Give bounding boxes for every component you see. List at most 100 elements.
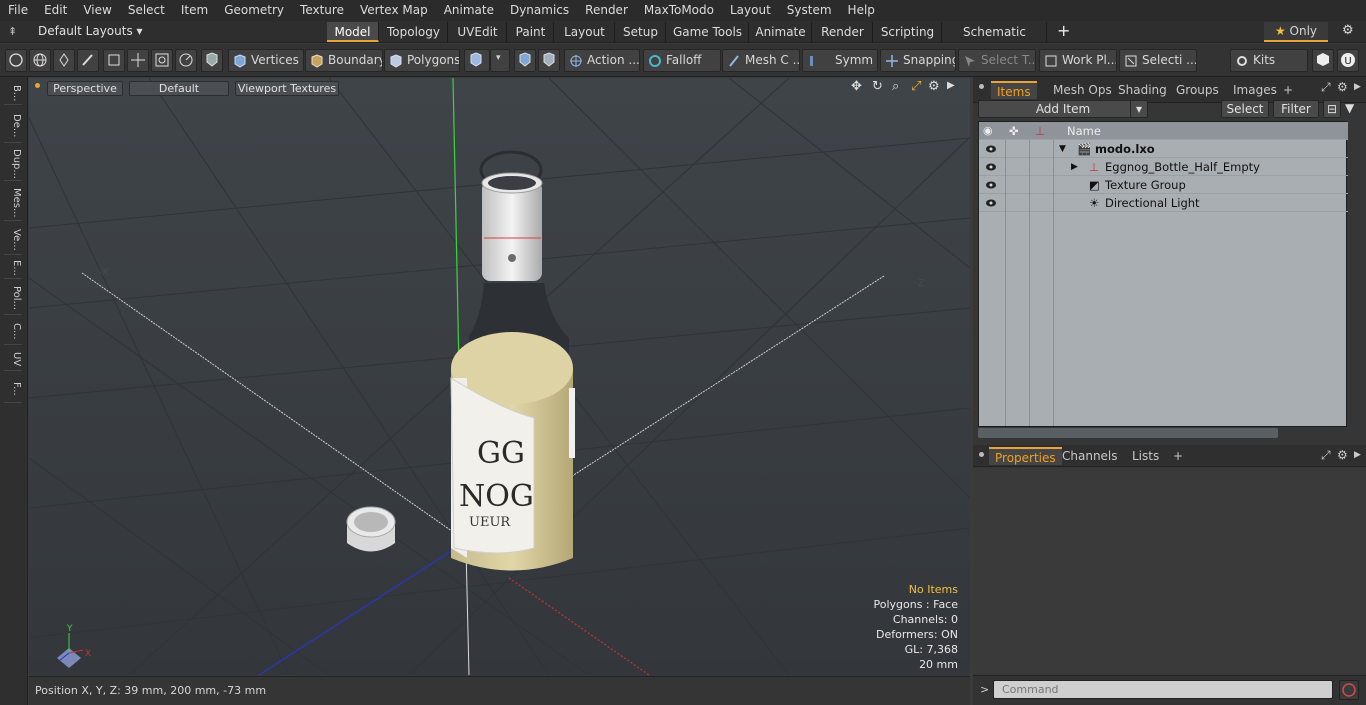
- boundary-button[interactable]: Boundary: [305, 49, 383, 72]
- bottle-cap[interactable]: [346, 506, 396, 552]
- left-tab-uv[interactable]: UV: [4, 349, 22, 371]
- expand-triangle-icon[interactable]: ▼: [1059, 140, 1066, 158]
- rotate-icon[interactable]: [175, 49, 197, 72]
- tree-row-scene[interactable]: ▼ 🎬 modo.lxo: [979, 140, 1348, 158]
- snapping-button[interactable]: Snapping: [880, 49, 956, 72]
- left-tab-polygon[interactable]: Pol...: [4, 283, 22, 315]
- visibility-eye-icon[interactable]: [985, 198, 997, 208]
- name-column-header[interactable]: Name: [1067, 122, 1101, 140]
- transform-icon[interactable]: [103, 49, 125, 72]
- tab-paint[interactable]: Paint: [508, 22, 554, 42]
- tab-lists[interactable]: Lists: [1132, 447, 1159, 465]
- tab-images[interactable]: Images: [1233, 81, 1277, 99]
- collapse-triangle-icon[interactable]: ▶: [1071, 158, 1078, 176]
- sym-shield-alt-icon[interactable]: [538, 49, 560, 72]
- tab-game-tools[interactable]: Game Tools: [667, 22, 749, 42]
- maximize-icon[interactable]: ⤢: [911, 79, 921, 94]
- vertices-button[interactable]: Vertices: [228, 49, 304, 72]
- add-panel-tab-icon[interactable]: +: [1283, 81, 1293, 99]
- shading-style-button[interactable]: Default: [129, 81, 229, 96]
- layout-arrow-icon[interactable]: ⇞: [8, 25, 17, 38]
- left-tab-fusion[interactable]: F...: [4, 375, 22, 403]
- add-item-dropdown-icon[interactable]: ▾: [1130, 100, 1148, 118]
- mesh-constraint-button[interactable]: Mesh C ...: [722, 49, 800, 72]
- add-tab-icon[interactable]: +: [1057, 21, 1070, 40]
- menu-item[interactable]: Item: [173, 0, 216, 21]
- symmetry-shield-icon[interactable]: [514, 49, 536, 72]
- panel-arrow-icon[interactable]: ▶: [1354, 82, 1361, 92]
- props-gear-icon[interactable]: ⚙: [1337, 448, 1348, 462]
- tab-render[interactable]: Render: [813, 22, 873, 42]
- tab-groups[interactable]: Groups: [1176, 81, 1219, 99]
- tab-items[interactable]: Items: [991, 81, 1037, 99]
- tree-row-texture-group[interactable]: ◩ Texture Group: [979, 176, 1348, 194]
- menu-help[interactable]: Help: [840, 0, 883, 21]
- viewport-gear-icon[interactable]: ⚙: [928, 79, 940, 94]
- menu-animate[interactable]: Animate: [436, 0, 502, 21]
- falloff-button[interactable]: Falloff: [643, 49, 721, 72]
- tab-mesh-ops[interactable]: Mesh Ops: [1053, 81, 1112, 99]
- collapse-icon[interactable]: ⊟: [1323, 100, 1341, 118]
- view-perspective-button[interactable]: Perspective: [47, 81, 123, 96]
- viewport-scene[interactable]: -X -Z GG NOG UEUR Y X: [29, 78, 970, 675]
- funnel-icon[interactable]: ▼: [1345, 101, 1354, 115]
- tab-uvedit[interactable]: UVEdit: [449, 22, 507, 42]
- menu-edit[interactable]: Edit: [36, 0, 75, 21]
- left-tab-duplicate[interactable]: Dup...: [4, 147, 22, 181]
- item-list[interactable]: ◉ ✜ ⊥ Name ▼ 🎬 modo.lxo ▶ ⊥ Eggnog_Bottl…: [978, 121, 1348, 427]
- visibility-eye-icon[interactable]: [985, 144, 997, 154]
- gear-icon[interactable]: ⚙: [1342, 23, 1354, 38]
- unreal-icon[interactable]: U: [1337, 49, 1359, 72]
- menu-vertex-map[interactable]: Vertex Map: [352, 0, 436, 21]
- pan-icon[interactable]: ✥: [851, 79, 862, 94]
- globe-icon[interactable]: [29, 49, 51, 72]
- left-tab-vertex[interactable]: Ve...: [4, 225, 22, 255]
- tab-properties[interactable]: Properties: [989, 447, 1062, 465]
- add-props-tab-icon[interactable]: +: [1173, 447, 1183, 465]
- tab-model[interactable]: Model: [327, 22, 379, 42]
- tab-scripting[interactable]: Scripting: [874, 22, 942, 42]
- pen-icon[interactable]: [53, 49, 75, 72]
- menu-texture[interactable]: Texture: [292, 0, 352, 21]
- record-button[interactable]: [1339, 680, 1359, 700]
- select-through-button[interactable]: Select T...: [958, 49, 1036, 72]
- viewport-textures-button[interactable]: Viewport Textures: [235, 81, 339, 96]
- 3d-viewport[interactable]: -X -Z GG NOG UEUR Y X Perspective Defaul…: [29, 78, 970, 675]
- brush-icon[interactable]: [77, 49, 99, 72]
- tab-channels[interactable]: Channels: [1062, 447, 1118, 465]
- panel-gear-icon[interactable]: ⚙: [1337, 80, 1348, 94]
- left-tab-deform[interactable]: De...: [4, 109, 22, 143]
- action-button[interactable]: Action ...: [564, 49, 640, 72]
- rotate-view-icon[interactable]: ↻: [872, 79, 883, 94]
- tab-shading[interactable]: Shading: [1118, 81, 1167, 99]
- layout-selector[interactable]: Default Layouts ▾: [38, 24, 143, 38]
- left-tab-basic[interactable]: B...: [4, 83, 22, 105]
- cube-icon[interactable]: [1312, 49, 1334, 72]
- panel-expand-icon[interactable]: ⤢: [1321, 80, 1331, 95]
- chevron-down-icon[interactable]: ▾: [490, 49, 510, 72]
- menu-geometry[interactable]: Geometry: [216, 0, 292, 21]
- tab-schematic-fusion[interactable]: Schematic Fusion: [943, 22, 1047, 59]
- move-icon[interactable]: [127, 49, 149, 72]
- command-input[interactable]: [993, 680, 1333, 699]
- tab-animate[interactable]: Animate: [750, 22, 812, 42]
- viewport-dot-icon[interactable]: [35, 83, 40, 88]
- tab-layout[interactable]: Layout: [555, 22, 615, 42]
- left-tab-edge[interactable]: E...: [4, 257, 22, 279]
- props-arrow-icon[interactable]: ▶: [1354, 450, 1361, 460]
- circle-select-icon[interactable]: [5, 49, 27, 72]
- tree-row-mesh[interactable]: ▶ ⊥ Eggnog_Bottle_Half_Empty: [979, 158, 1348, 176]
- shield-icon[interactable]: [201, 49, 223, 72]
- visibility-eye-icon[interactable]: [985, 180, 997, 190]
- item-mode-icon[interactable]: [464, 49, 490, 72]
- menu-system[interactable]: System: [779, 0, 840, 21]
- props-expand-icon[interactable]: ⤢: [1321, 448, 1331, 463]
- menu-view[interactable]: View: [75, 0, 119, 21]
- work-plane-button[interactable]: Work Pl...: [1039, 49, 1117, 72]
- menu-maxtomodo[interactable]: MaxToModo: [636, 0, 722, 21]
- expand-arrow-icon[interactable]: ▶: [947, 80, 955, 91]
- add-item-button[interactable]: Add Item: [978, 100, 1148, 118]
- selection-sets-button[interactable]: Selecti ...: [1119, 49, 1197, 72]
- props-dot-icon[interactable]: [979, 452, 984, 457]
- menu-render[interactable]: Render: [577, 0, 636, 21]
